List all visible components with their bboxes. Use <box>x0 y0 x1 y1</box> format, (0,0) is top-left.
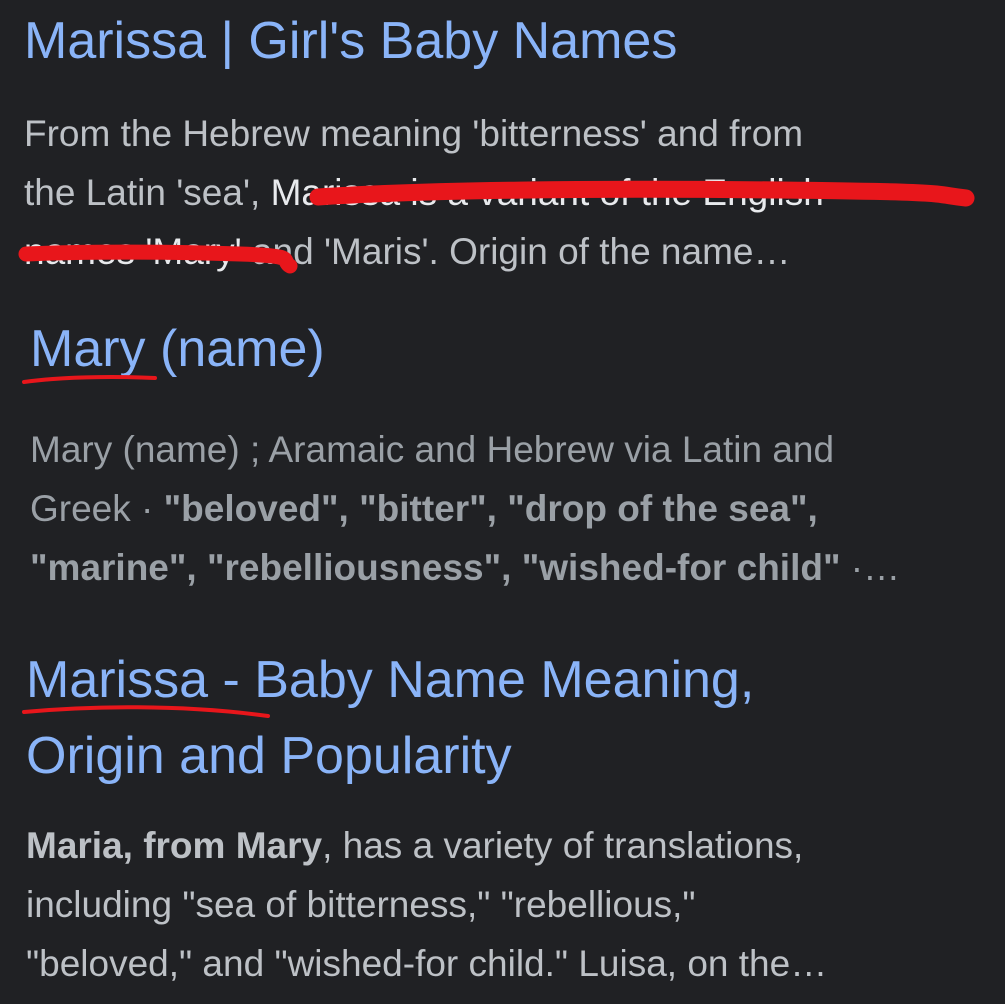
snippet-text: , has a variety of translations, <box>322 825 804 866</box>
result-title-link[interactable]: Marissa - Baby Name Meaning, Origin and … <box>26 642 754 794</box>
result-title-link[interactable]: Mary (name) <box>30 314 325 384</box>
result-title-rest: - Baby Name Meaning, <box>208 651 755 709</box>
snippet-bold-text: "marine", "rebelliousness", "wished-for … <box>30 547 841 588</box>
result-title-keyword: Marissa <box>26 651 209 709</box>
snippet-line: including "sea of bitterness," "rebellio… <box>26 884 696 925</box>
result-title-line: Origin and Popularity <box>26 727 512 785</box>
snippet-line: Greek · "beloved", "bitter", "drop of th… <box>30 479 900 538</box>
result-snippet: Maria, from Mary, has a variety of trans… <box>26 816 827 993</box>
result-title-keyword: Mary <box>30 320 146 378</box>
result-title-line: Marissa - Baby Name Meaning, <box>26 642 754 718</box>
snippet-line: "beloved," and "wished-for child." Luisa… <box>26 943 828 984</box>
snippet-bold-text: Maria, from Mary <box>26 825 323 866</box>
snippet-text: and 'Maris'. Origin of the name… <box>241 231 791 272</box>
snippet-highlighted-text: names 'Mary' <box>24 231 242 272</box>
snippet-line: Mary (name) ; Aramaic and Hebrew via Lat… <box>30 429 835 470</box>
snippet-line: From the Hebrew meaning 'bitterness' and… <box>24 113 804 154</box>
result-title-link[interactable]: Marissa | Girl's Baby Names <box>24 6 677 76</box>
snippet-line: Maria, from Mary, has a variety of trans… <box>26 816 827 875</box>
snippet-highlighted-text: Marissa is a variant of the English <box>270 172 824 213</box>
snippet-bold-text: "beloved", "bitter", "drop of the sea", <box>163 488 818 529</box>
snippet-text: ·… <box>840 547 901 588</box>
snippet-line: the Latin 'sea', Marissa is a variant of… <box>24 163 824 222</box>
result-snippet: Mary (name) ; Aramaic and Hebrew via Lat… <box>30 420 900 597</box>
snippet-line: "marine", "rebelliousness", "wished-for … <box>30 538 900 597</box>
result-snippet: From the Hebrew meaning 'bitterness' and… <box>24 104 824 281</box>
snippet-text: Greek · <box>30 488 164 529</box>
snippet-text: the Latin 'sea', <box>24 172 271 213</box>
snippet-line: names 'Mary' and 'Maris'. Origin of the … <box>24 222 824 281</box>
result-title-rest: (name) <box>145 320 325 378</box>
